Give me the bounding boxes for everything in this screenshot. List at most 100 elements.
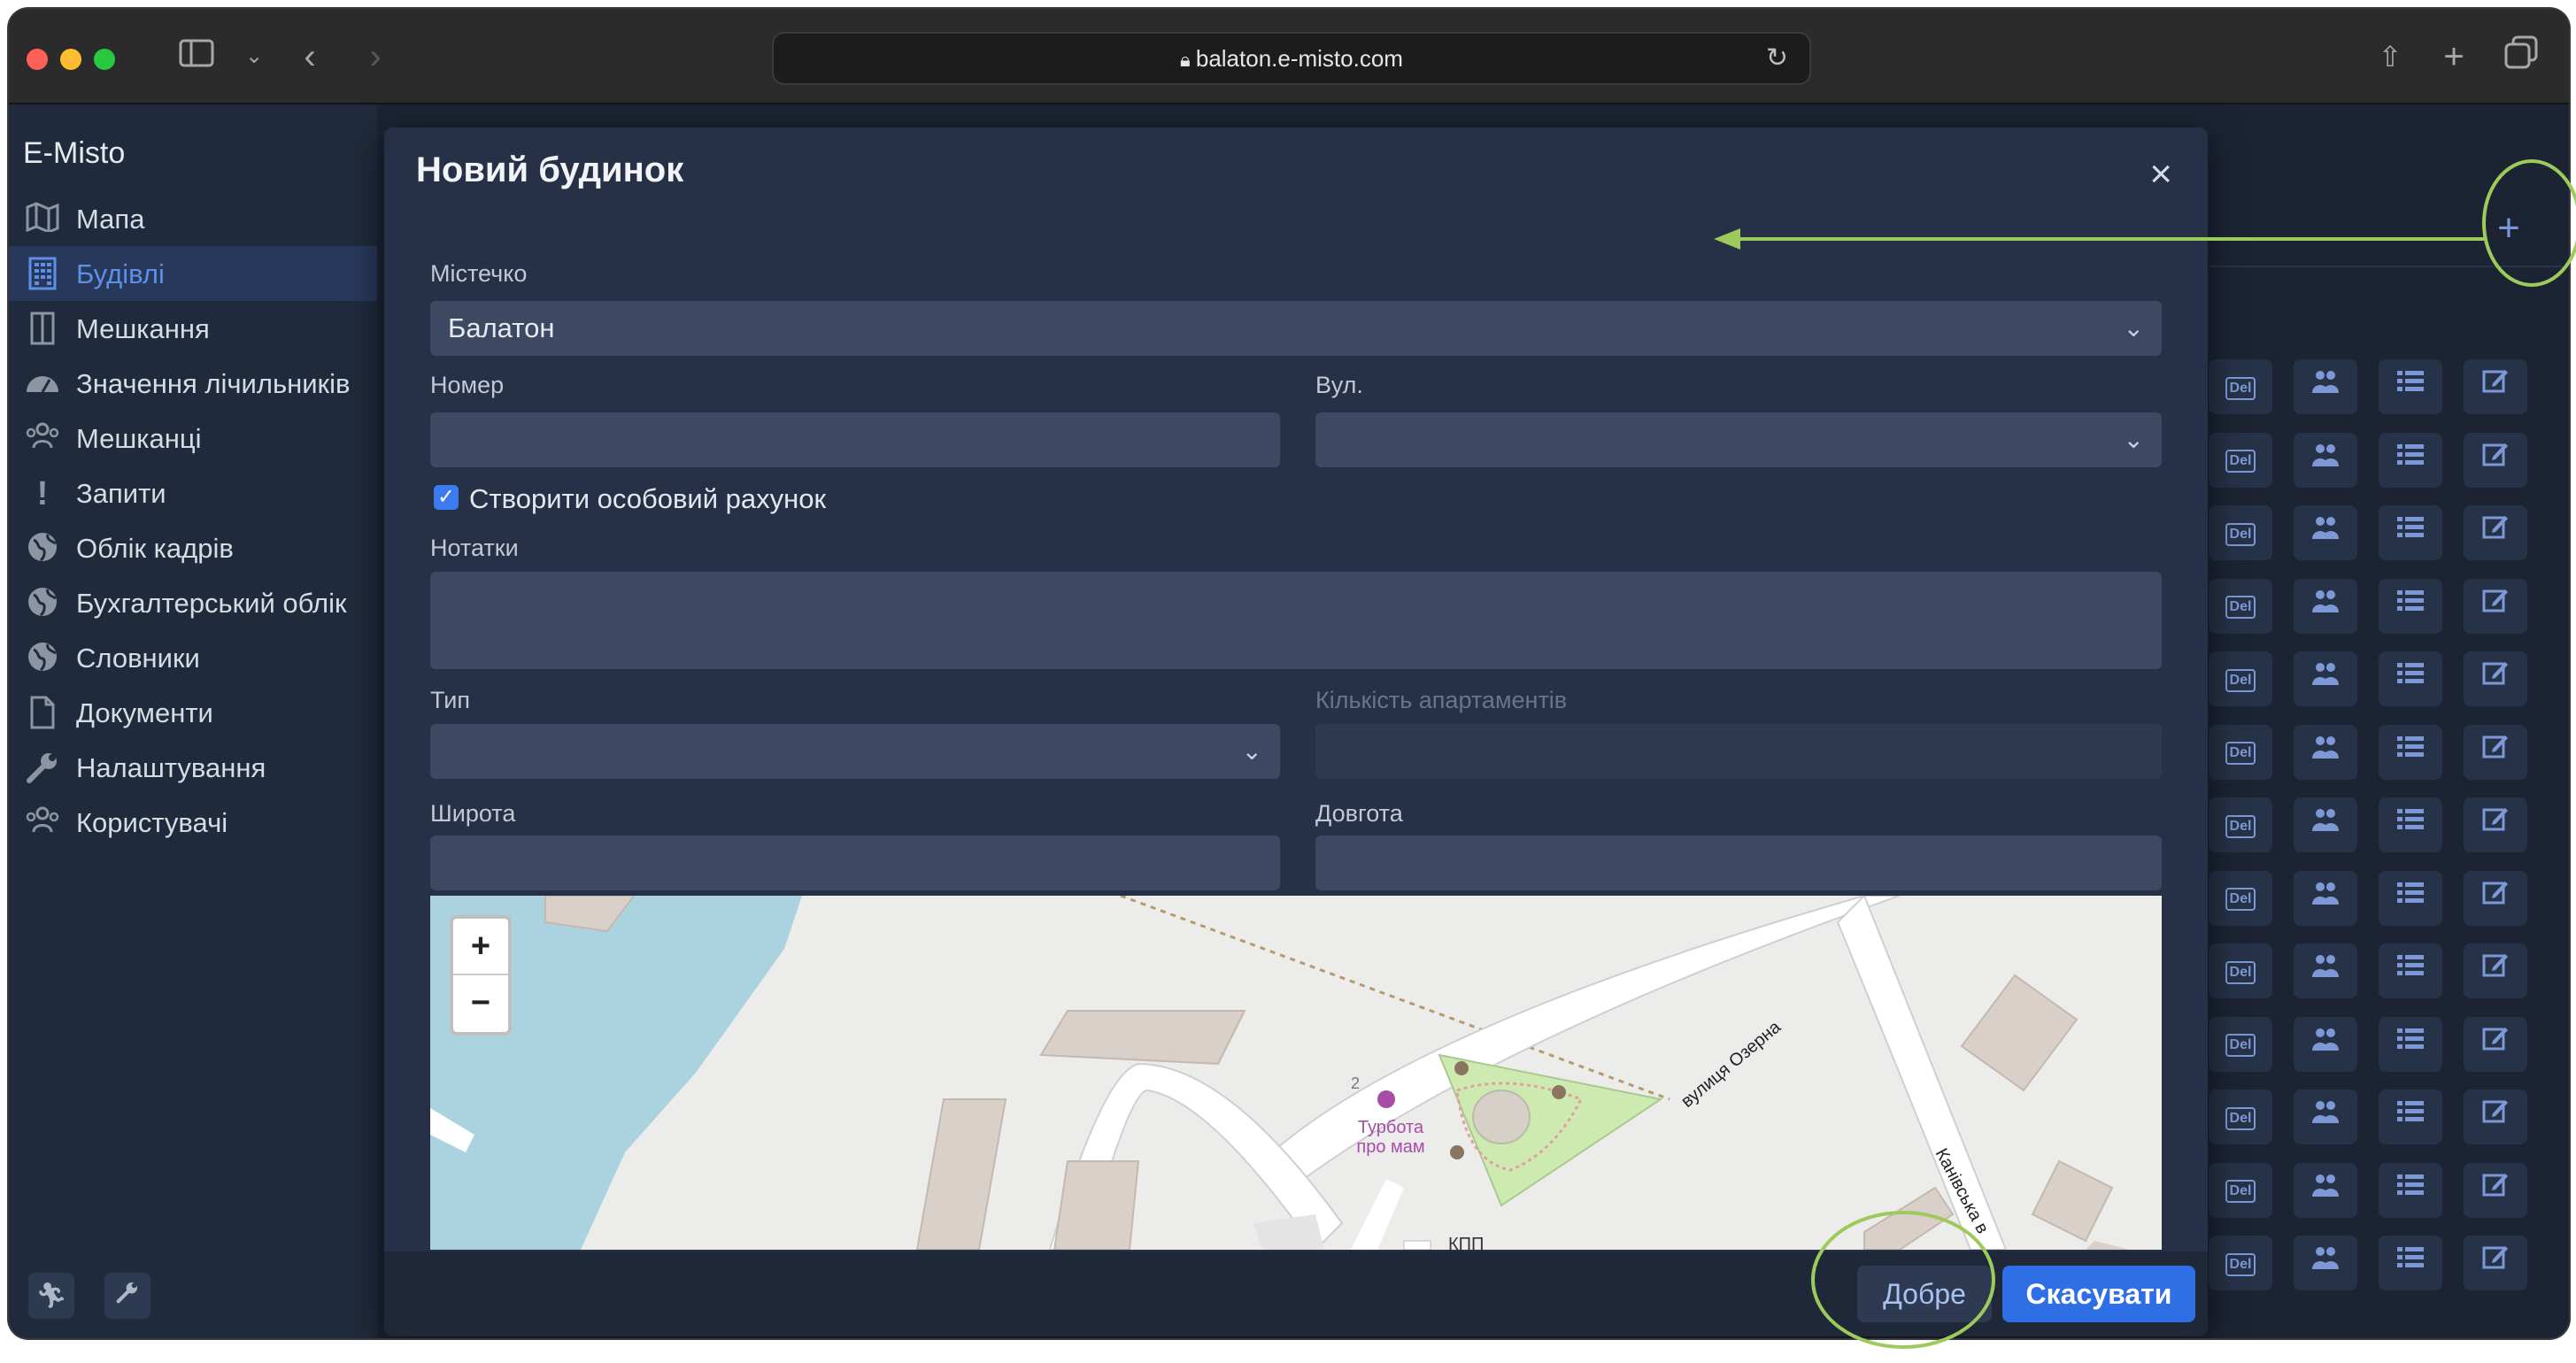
delete-button[interactable]: Del — [2209, 1016, 2272, 1072]
forward-icon[interactable]: › — [358, 35, 393, 78]
edit-button[interactable] — [2464, 724, 2527, 780]
delete-button[interactable]: Del — [2209, 870, 2272, 926]
sidebar-item-residents[interactable]: Мешканці — [9, 411, 377, 466]
delete-button[interactable]: Del — [2209, 724, 2272, 780]
table-row: Del — [2209, 1010, 2563, 1082]
minimize-window-button[interactable] — [60, 49, 81, 70]
list-button[interactable] — [2379, 1162, 2442, 1218]
latitude-input[interactable] — [430, 836, 1280, 890]
edit-button[interactable] — [2464, 432, 2527, 488]
delete-button[interactable]: Del — [2209, 578, 2272, 634]
edit-button[interactable] — [2464, 943, 2527, 998]
delete-icon: Del — [2225, 742, 2256, 766]
residents-button[interactable] — [2294, 651, 2357, 706]
residents-button[interactable] — [2294, 870, 2357, 926]
edit-button[interactable] — [2464, 651, 2527, 706]
edit-icon — [2481, 1027, 2510, 1058]
list-button[interactable] — [2379, 432, 2442, 488]
sidebar-toggle-icon[interactable] — [177, 35, 216, 78]
edit-button[interactable] — [2464, 1236, 2527, 1290]
longitude-input[interactable] — [1315, 836, 2162, 890]
number-input[interactable] — [430, 412, 1280, 467]
zoom-out-button[interactable]: − — [453, 975, 508, 1030]
sidebar-item-users[interactable]: Користувачі — [9, 795, 377, 850]
tab-overview-icon[interactable] — [2502, 35, 2541, 78]
delete-button[interactable]: Del — [2209, 651, 2272, 706]
edit-icon — [2481, 589, 2510, 620]
edit-button[interactable] — [2464, 870, 2527, 926]
street-select[interactable]: ⌄ — [1315, 412, 2162, 467]
notes-textarea[interactable] — [430, 572, 2162, 669]
residents-button[interactable] — [2294, 943, 2357, 998]
delete-button[interactable]: Del — [2209, 1162, 2272, 1218]
edit-button[interactable] — [2464, 359, 2527, 414]
zoom-window-button[interactable] — [94, 49, 115, 70]
close-icon[interactable]: × — [2149, 152, 2172, 196]
sidebar-item-accounting[interactable]: Бухгалтерський облік — [9, 575, 377, 630]
delete-button[interactable]: Del — [2209, 1236, 2272, 1290]
running-icon[interactable]: 🏃︎ — [28, 1273, 74, 1319]
delete-button[interactable]: Del — [2209, 943, 2272, 998]
delete-button[interactable]: Del — [2209, 359, 2272, 414]
ok-button[interactable]: Добре — [1857, 1266, 1992, 1322]
list-button[interactable] — [2379, 724, 2442, 780]
sidebar-item-buildings[interactable]: Будівлі — [9, 246, 377, 301]
residents-button[interactable] — [2294, 1162, 2357, 1218]
sidebar-item-documents[interactable]: Документи — [9, 685, 377, 740]
list-button[interactable] — [2379, 1016, 2442, 1072]
cancel-button[interactable]: Скасувати — [2002, 1266, 2195, 1322]
latitude-label: Широта — [430, 800, 516, 827]
list-button[interactable] — [2379, 870, 2442, 926]
edit-button[interactable] — [2464, 578, 2527, 634]
sidebar-item-settings[interactable]: Налаштування — [9, 740, 377, 795]
residents-button[interactable] — [2294, 1236, 2357, 1290]
add-building-button[interactable]: + — [2487, 207, 2530, 250]
sidebar-item-map[interactable]: Мапа — [9, 191, 377, 246]
list-button[interactable] — [2379, 651, 2442, 706]
sidebar-item-requests[interactable]: ! Запити — [9, 466, 377, 520]
sidebar-item-meter-values[interactable]: Значення лічильників — [9, 356, 377, 411]
edit-button[interactable] — [2464, 1016, 2527, 1072]
zoom-in-button[interactable]: + — [453, 919, 508, 975]
sidebar-item-dictionaries[interactable]: Словники — [9, 630, 377, 685]
residents-button[interactable] — [2294, 578, 2357, 634]
new-tab-icon[interactable]: + — [2436, 35, 2472, 78]
back-icon[interactable]: ‹ — [292, 35, 328, 78]
residents-button[interactable] — [2294, 432, 2357, 488]
close-window-button[interactable] — [27, 49, 48, 70]
list-button[interactable] — [2379, 505, 2442, 560]
list-button[interactable] — [2379, 578, 2442, 634]
address-bar[interactable]: 🔒︎ balaton.e-misto.com ↻ — [772, 32, 1811, 85]
location-map[interactable]: Турбота про мам 2 вулиця Озерна Канівськ… — [430, 896, 2162, 1250]
delete-button[interactable]: Del — [2209, 432, 2272, 488]
chevron-down-icon[interactable]: ⌄ — [241, 35, 267, 78]
delete-button[interactable]: Del — [2209, 1090, 2272, 1144]
wrench-icon[interactable] — [104, 1273, 150, 1319]
edit-button[interactable] — [2464, 505, 2527, 560]
residents-button[interactable] — [2294, 505, 2357, 560]
reload-icon[interactable]: ↻ — [1766, 34, 1788, 83]
list-button[interactable] — [2379, 1236, 2442, 1290]
delete-button[interactable]: Del — [2209, 797, 2272, 852]
residents-button[interactable] — [2294, 1016, 2357, 1072]
list-button[interactable] — [2379, 1090, 2442, 1144]
delete-button[interactable]: Del — [2209, 505, 2272, 560]
list-button[interactable] — [2379, 359, 2442, 414]
sidebar-item-dwellings[interactable]: Мешкання — [9, 301, 377, 356]
residents-button[interactable] — [2294, 1090, 2357, 1144]
edit-button[interactable] — [2464, 1090, 2527, 1144]
edit-button[interactable] — [2464, 1162, 2527, 1218]
residents-button[interactable] — [2294, 359, 2357, 414]
residents-button[interactable] — [2294, 797, 2357, 852]
create-account-checkbox[interactable]: ✓ — [434, 485, 459, 510]
edit-button[interactable] — [2464, 797, 2527, 852]
residents-button[interactable] — [2294, 724, 2357, 780]
list-button[interactable] — [2379, 943, 2442, 998]
list-button[interactable] — [2379, 797, 2442, 852]
type-select[interactable]: ⌄ — [430, 724, 1280, 779]
apartments-input[interactable] — [1315, 724, 2162, 779]
sidebar-item-label: Документи — [76, 697, 213, 728]
sidebar-item-hr[interactable]: Облік кадрів — [9, 520, 377, 575]
town-select[interactable]: Балатон ⌄ — [430, 301, 2162, 356]
share-icon[interactable]: ⇧ — [2372, 35, 2408, 78]
